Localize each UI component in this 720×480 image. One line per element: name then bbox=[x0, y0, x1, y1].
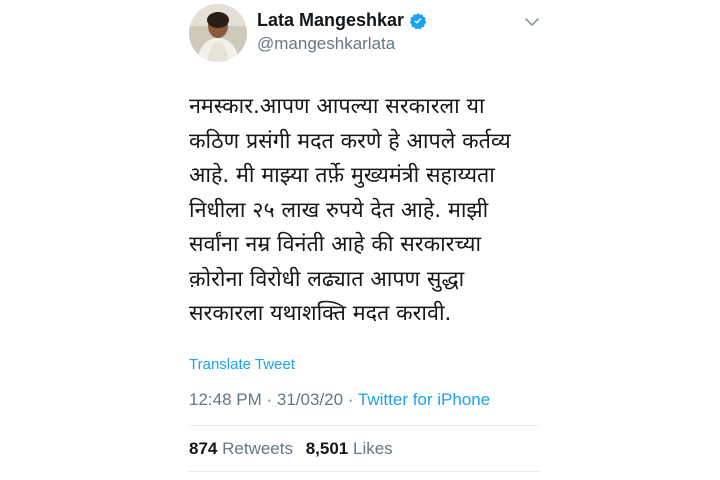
meta-separator: · bbox=[347, 390, 354, 409]
author-handle[interactable]: @mangeshkarlata bbox=[257, 34, 395, 54]
tweet-text-line: क़ोरोना विरोधी लढ्यात आपण सुद्धा bbox=[189, 266, 465, 292]
tweet-date[interactable]: 31/03/20 bbox=[277, 390, 343, 409]
tweet-time[interactable]: 12:48 PM bbox=[189, 390, 262, 409]
avatar[interactable] bbox=[189, 4, 247, 62]
verified-badge-icon bbox=[409, 12, 427, 30]
tweet-text-line: कठिण प्रसंगी मदत करणे हे आपले कर्तव्य bbox=[189, 128, 511, 154]
divider bbox=[189, 471, 539, 472]
tweet-stats: 874 Retweets 8,501 Likes bbox=[189, 439, 401, 459]
author-name-row[interactable]: Lata Mangeshkar bbox=[257, 10, 427, 31]
likes-stat[interactable]: 8,501 Likes bbox=[306, 439, 393, 458]
tweet-text-line: सर्वांना नम्र विनंती आहे की सरकारच्या bbox=[189, 232, 482, 257]
meta-separator: · bbox=[266, 390, 273, 409]
tweet-text-line: सरकारला यथाशक्ति मदत करावी. bbox=[189, 301, 452, 326]
tweet-card: Lata Mangeshkar @mangeshkarlata नमस्कार.… bbox=[189, 0, 549, 480]
tweet-text: नमस्कार.आपण आपल्या सरकारला या कठिण प्रसं… bbox=[189, 90, 534, 332]
author-display-name[interactable]: Lata Mangeshkar bbox=[257, 10, 404, 31]
likes-count: 8,501 bbox=[305, 439, 349, 458]
tweet-meta: 12:48 PM · 31/03/20 · Twitter for iPhone bbox=[189, 390, 490, 410]
tweet-text-line: नमस्कार.आपण आपल्या सरकारला या bbox=[189, 94, 485, 119]
retweets-count: 874 bbox=[189, 439, 218, 458]
tweet-text-line: निधीला २५ लाख रुपये देत आहे. माझी bbox=[189, 197, 489, 223]
divider bbox=[189, 425, 539, 426]
tweet-source-link[interactable]: Twitter for iPhone bbox=[358, 390, 490, 409]
chevron-down-icon[interactable] bbox=[522, 12, 542, 32]
translate-tweet-link[interactable]: Translate Tweet bbox=[189, 356, 295, 373]
likes-label: Likes bbox=[353, 439, 393, 458]
tweet-text-line: आहे. मी माझ्या तर्फ़े मुख्यमंत्री सहाय्य… bbox=[189, 163, 495, 188]
retweets-label: Retweets bbox=[222, 439, 293, 458]
avatar-image bbox=[189, 4, 247, 62]
retweets-stat[interactable]: 874 Retweets bbox=[189, 439, 298, 458]
